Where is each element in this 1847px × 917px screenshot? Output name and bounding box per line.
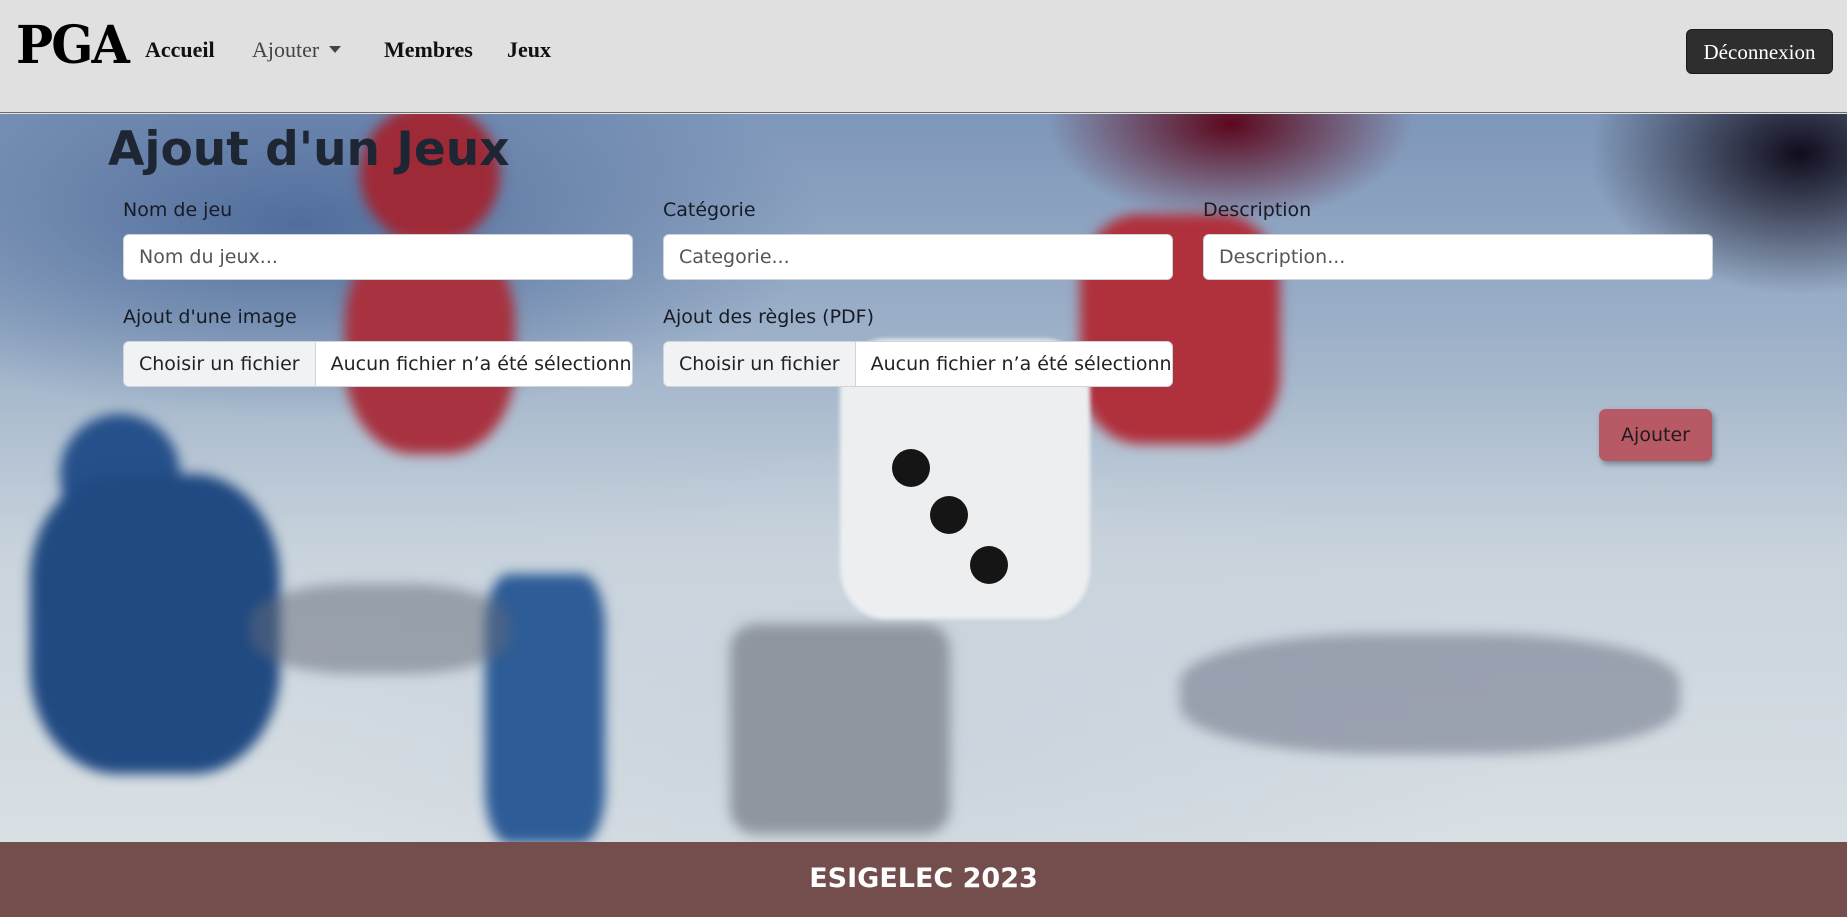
logout-button[interactable]: Déconnexion [1686,29,1833,74]
rules-file-input[interactable]: Choisir un fichier Aucun fichier n’a été… [663,341,1173,387]
rules-file-status: Aucun fichier n’a été sélectionné [870,353,1172,375]
nav-link-membres[interactable]: Membres [384,36,473,64]
board-game-background-image [0,114,1847,842]
image-file-status: Aucun fichier n’a été sélectionné [330,353,632,375]
hero-background: Ajout d'un Jeux Nom de jeu Catégorie Des… [0,114,1847,842]
image-upload-label: Ajout d'une image [123,306,297,328]
nav-link-jeux[interactable]: Jeux [507,36,551,64]
nav-link-accueil[interactable]: Accueil [145,36,215,64]
description-label: Description [1203,199,1312,221]
category-input[interactable] [663,234,1173,280]
top-navbar: PGA Accueil Ajouter Membres Jeux Déconne… [0,0,1847,113]
game-name-input[interactable] [123,234,633,280]
footer: ESIGELEC 2023 [0,842,1847,917]
add-game-button[interactable]: Ajouter [1599,409,1712,461]
chevron-down-icon [329,46,342,53]
choose-rules-file-button[interactable]: Choisir un fichier [664,342,856,386]
nav-dropdown-label: Ajouter [252,37,320,62]
nav-dropdown-ajouter[interactable]: Ajouter [252,36,342,64]
image-file-input[interactable]: Choisir un fichier Aucun fichier n’a été… [123,341,633,387]
rules-upload-label: Ajout des règles (PDF) [663,306,875,328]
site-logo[interactable]: PGA [16,18,130,74]
choose-image-file-button[interactable]: Choisir un fichier [124,342,316,386]
page-title: Ajout d'un Jeux [108,122,510,177]
description-input[interactable] [1203,234,1713,280]
game-name-label: Nom de jeu [123,199,233,221]
category-label: Catégorie [663,199,756,221]
footer-text: ESIGELEC 2023 [809,863,1038,894]
